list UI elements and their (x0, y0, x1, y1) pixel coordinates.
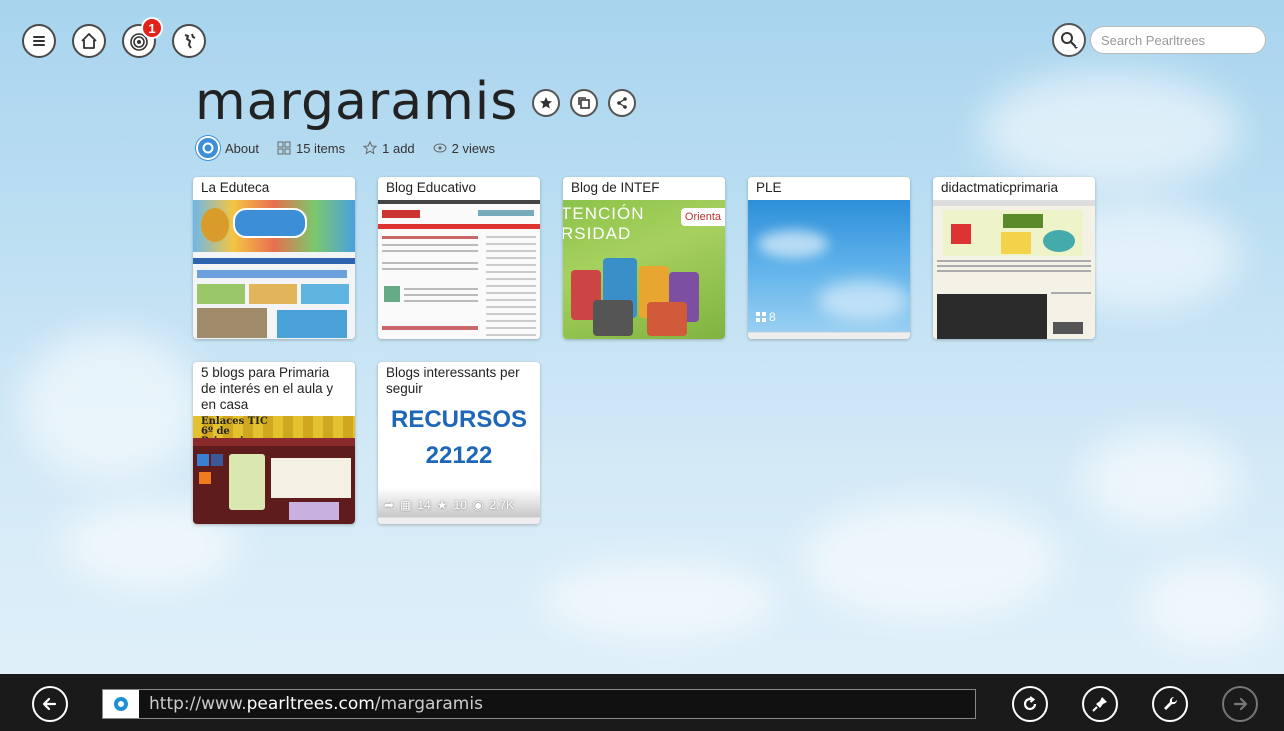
globe-icon (184, 33, 196, 49)
overlay-text: RECURSOS (390, 406, 528, 433)
notification-badge: 1 (141, 17, 163, 39)
card-thumbnail: TENCIÓN RSIDAD Orienta (563, 200, 725, 339)
grid-icon (756, 312, 766, 322)
collection-meta: About 15 items 1 add 2 views (196, 136, 495, 160)
card-thumbnail (378, 200, 540, 339)
home-button[interactable] (72, 24, 106, 58)
user-avatar (196, 136, 220, 160)
background-cloud (980, 70, 1240, 190)
wrench-icon (1164, 696, 1178, 710)
refresh-button[interactable] (1012, 686, 1048, 722)
pearl-card[interactable]: Blog Educativo (378, 177, 540, 339)
eye-icon: ◉ (472, 498, 484, 512)
user-icon (202, 142, 214, 154)
card-thumbnail (193, 200, 355, 339)
background-cloud (20, 330, 200, 480)
arrow-left-icon (42, 697, 57, 711)
card-thumbnail (933, 200, 1095, 339)
card-title: PLE (756, 180, 782, 195)
pin-icon (1092, 697, 1107, 712)
pearltrees-icon (114, 697, 128, 711)
pick-button[interactable] (532, 89, 560, 117)
card-title: didactmaticprimaria (941, 180, 1059, 195)
star-outline-icon (363, 141, 378, 155)
notifications-button[interactable]: 1 (122, 17, 163, 58)
share-icon (617, 97, 627, 109)
view-count-value: 2.7K (489, 498, 515, 512)
pearl-card[interactable]: Blogs interessants per seguir RECURSOS 2… (378, 362, 540, 524)
background-cloud (540, 560, 780, 640)
card-title: Blog de INTEF (571, 180, 660, 195)
background-cloud (1080, 430, 1240, 530)
menu-icon (33, 36, 45, 46)
url-prefix: http://www. (149, 694, 247, 714)
about-link[interactable]: About (196, 136, 259, 160)
site-icon (103, 690, 139, 718)
overlay-text: 22122 (425, 442, 493, 469)
adds-count: 1 add (363, 141, 415, 156)
card-title: 5 blogs para Primaria de interés en el a… (201, 365, 334, 412)
share-icon: ➦ (384, 498, 395, 512)
about-label: About (225, 140, 259, 156)
search-area (1052, 23, 1266, 57)
pearl-count-value: 14 (417, 498, 431, 512)
search-icon (1061, 32, 1078, 49)
forward-button[interactable] (1222, 686, 1258, 722)
items-count: 15 items (277, 141, 345, 156)
views-count: 2 views (433, 141, 495, 156)
grid-icon: ▦ (400, 498, 412, 512)
pearl-count-value: 8 (769, 310, 776, 324)
pearl-card[interactable]: 5 blogs para Primaria de interés en el a… (193, 362, 355, 524)
url-field[interactable]: http://www.pearltrees.com/margaramis (102, 689, 976, 719)
card-title: Blog Educativo (386, 180, 477, 195)
pearl-card[interactable]: PLE 8 (748, 177, 910, 339)
browser-address-bar: http://www.pearltrees.com/margaramis (0, 674, 1284, 731)
url-domain: pearltrees.com (246, 694, 375, 714)
url-path: /margaramis (374, 694, 483, 714)
page-title: margaramis (195, 72, 519, 132)
adds-label: 1 add (382, 140, 415, 156)
background-cloud (800, 500, 1060, 620)
url-text: http://www.pearltrees.com/margaramis (139, 694, 483, 714)
card-thumbnail: Enlaces TIC 6º de Primaria (193, 416, 355, 524)
explore-button[interactable] (172, 24, 206, 58)
back-button[interactable] (32, 686, 68, 722)
grid-icon (277, 141, 291, 155)
card-thumbnail: RECURSOS 22122 ➦ ▦ 14 ★ 10 ◉ 2.7K (378, 400, 540, 518)
refresh-icon (1023, 696, 1037, 711)
star-icon: ★ (436, 498, 448, 512)
background-cloud (1140, 560, 1280, 650)
card-title: Blogs interessants per seguir (386, 365, 520, 396)
pearl-card[interactable]: Blog de INTEF TENCIÓN RSIDAD Orienta (563, 177, 725, 339)
tools-button[interactable] (1152, 686, 1188, 722)
card-stats: ➦ ▦ 14 ★ 10 ◉ 2.7K (384, 498, 514, 512)
eye-icon (433, 143, 447, 153)
copy-button[interactable] (570, 89, 598, 117)
pearl-card[interactable]: didactmaticprimaria (933, 177, 1095, 339)
star-icon (540, 97, 552, 109)
share-button[interactable] (608, 89, 636, 117)
pearl-card[interactable]: La Eduteca (193, 177, 355, 339)
views-label: 2 views (451, 140, 496, 156)
overlay-tag: Orienta (680, 208, 725, 226)
home-icon (81, 33, 97, 49)
menu-button[interactable] (22, 24, 56, 58)
pearl-count: 8 (756, 310, 776, 324)
search-input[interactable] (1090, 26, 1266, 54)
overlay-text: TENCIÓN (563, 204, 645, 223)
search-button[interactable] (1052, 23, 1086, 57)
items-label: 15 items (295, 140, 346, 156)
title-actions (532, 89, 636, 117)
pin-button[interactable] (1082, 686, 1118, 722)
card-title: La Eduteca (201, 180, 270, 195)
card-thumbnail: 8 (748, 200, 910, 333)
star-count-value: 10 (453, 498, 467, 512)
overlay-text: RSIDAD (563, 224, 632, 243)
copy-icon (578, 97, 590, 109)
arrow-right-icon (1233, 697, 1248, 711)
